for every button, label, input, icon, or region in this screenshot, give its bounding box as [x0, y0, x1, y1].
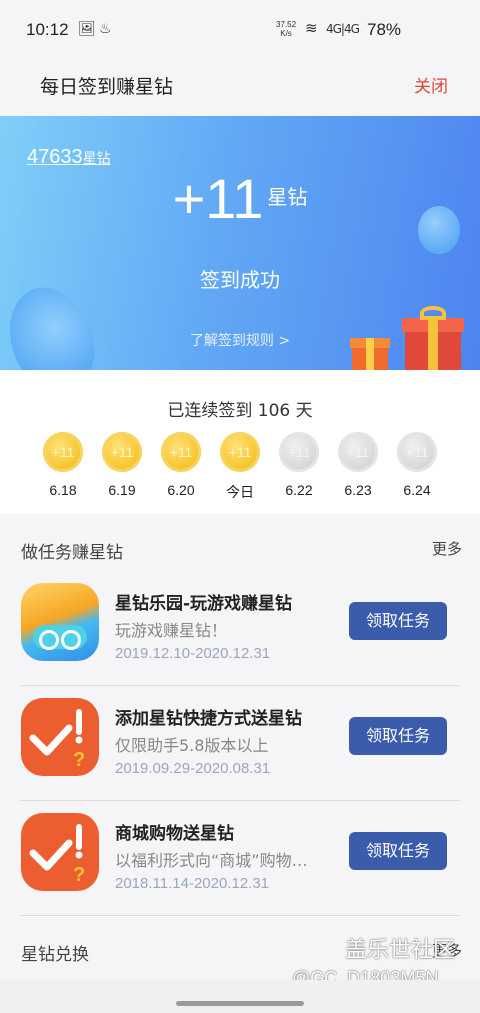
- notification-icon: ♨: [99, 21, 112, 37]
- task-item[interactable]: ? 添加星钻快捷方式送星钻 仅限助手5.8版本以上 2019.09.29-202…: [0, 686, 480, 801]
- navigation-bar: [0, 980, 480, 1013]
- task-section: 做任务赚星钻 更多 星钻乐园-玩游戏赚星钻 玩游戏赚星钻！ 2019.12.10…: [0, 514, 480, 916]
- day-label: 6.22: [285, 482, 313, 498]
- net-speed: 37.52 K/s: [276, 20, 297, 38]
- app-header: 每日签到赚星钻 关闭: [0, 60, 480, 116]
- more-tasks-link[interactable]: 更多: [432, 538, 462, 559]
- task-title: 商城购物送星钻: [115, 824, 234, 844]
- gain-display: +11 星钻: [0, 166, 480, 231]
- svg-text:?: ?: [73, 749, 85, 771]
- task-date: 2019.09.29-2020.08.31: [115, 760, 271, 777]
- day-label: 6.18: [49, 482, 77, 498]
- section-title: 做任务赚星钻: [21, 543, 123, 563]
- task-desc: 玩游戏赚星钻！: [115, 621, 228, 640]
- task-item[interactable]: 星钻乐园-玩游戏赚星钻 玩游戏赚星钻！ 2019.12.10-2020.12.3…: [0, 571, 480, 686]
- streak-panel: 已连续签到 106 天 +11 6.18 +11 6.19 +11 6.20 +11 今日 +1…: [0, 370, 480, 514]
- signal-icon: 4G|4G: [326, 22, 360, 36]
- check-alert-icon: ?: [21, 813, 99, 891]
- svg-text:?: ?: [73, 864, 85, 886]
- gain-value: +11: [172, 167, 264, 230]
- watermark: 盖乐世社区: [345, 938, 456, 963]
- task-date: 2018.11.14-2020.12.31: [115, 875, 270, 892]
- wifi-icon: ≋: [305, 19, 318, 37]
- home-gesture-handle[interactable]: [176, 1001, 304, 1006]
- signin-banner: 47633星钻 +11 星钻 签到成功 了解签到规则 >: [0, 116, 480, 370]
- task-item[interactable]: ? 商城购物送星钻 以福利形式向“商城”购物用户赠送星钻 2018.11.14-…: [0, 801, 480, 916]
- streak-day: +11 6.19: [92, 432, 152, 498]
- section-title: 星钻兑换: [21, 945, 89, 965]
- streak-day: +11 6.18: [33, 432, 93, 498]
- streak-text: 已连续签到 106 天: [167, 401, 313, 421]
- claim-task-button[interactable]: 领取任务: [349, 602, 447, 640]
- task-title: 星钻乐园-玩游戏赚星钻: [115, 594, 293, 614]
- coin-pending-icon: +11: [397, 432, 437, 472]
- gain-unit: 星钻: [267, 185, 308, 209]
- gift-icon: [350, 338, 390, 370]
- battery-level: 78%: [367, 20, 402, 39]
- day-label: 6.24: [403, 482, 431, 498]
- page-title: 每日签到赚星钻: [40, 76, 174, 98]
- streak-day: +11 6.24: [387, 432, 447, 498]
- balance-value: 47633: [27, 146, 83, 168]
- status-bar: 10:12 🖼 ♨ 37.52 K/s ≋ 4G|4G 78%: [0, 0, 480, 60]
- task-desc: 仅限助手5.8版本以上: [115, 736, 269, 755]
- gift-icon: [402, 306, 464, 370]
- day-label: 6.19: [108, 482, 136, 498]
- success-text: 签到成功: [200, 268, 280, 292]
- coin-checked-icon: +11: [102, 432, 142, 472]
- close-button[interactable]: 关闭: [414, 72, 448, 97]
- status-time: 10:12: [26, 20, 69, 39]
- gallery-icon: 🖼: [78, 21, 96, 37]
- coin-checked-icon: +11: [220, 432, 260, 472]
- day-label: 6.20: [167, 482, 195, 498]
- claim-task-button[interactable]: 领取任务: [349, 832, 447, 870]
- coin-checked-icon: +11: [161, 432, 201, 472]
- streak-day: +11 今日: [210, 432, 270, 502]
- streak-day: +11 6.23: [328, 432, 388, 498]
- claim-task-button[interactable]: 领取任务: [349, 717, 447, 755]
- streak-day: +11 6.20: [151, 432, 211, 498]
- day-label: 今日: [226, 484, 254, 500]
- balance-unit: 星钻: [82, 151, 111, 167]
- coin-pending-icon: +11: [338, 432, 378, 472]
- task-date: 2019.12.10-2020.12.31: [115, 645, 271, 662]
- streak-day: +11 6.22: [269, 432, 329, 498]
- coin-pending-icon: +11: [279, 432, 319, 472]
- task-title: 添加星钻快捷方式送星钻: [115, 709, 302, 729]
- task-desc: 以福利形式向“商城”购物用户赠送星钻: [115, 851, 315, 870]
- check-alert-icon: ?: [21, 698, 99, 776]
- coin-checked-icon: +11: [43, 432, 83, 472]
- game-controller-icon: [21, 583, 99, 661]
- day-label: 6.23: [344, 482, 372, 498]
